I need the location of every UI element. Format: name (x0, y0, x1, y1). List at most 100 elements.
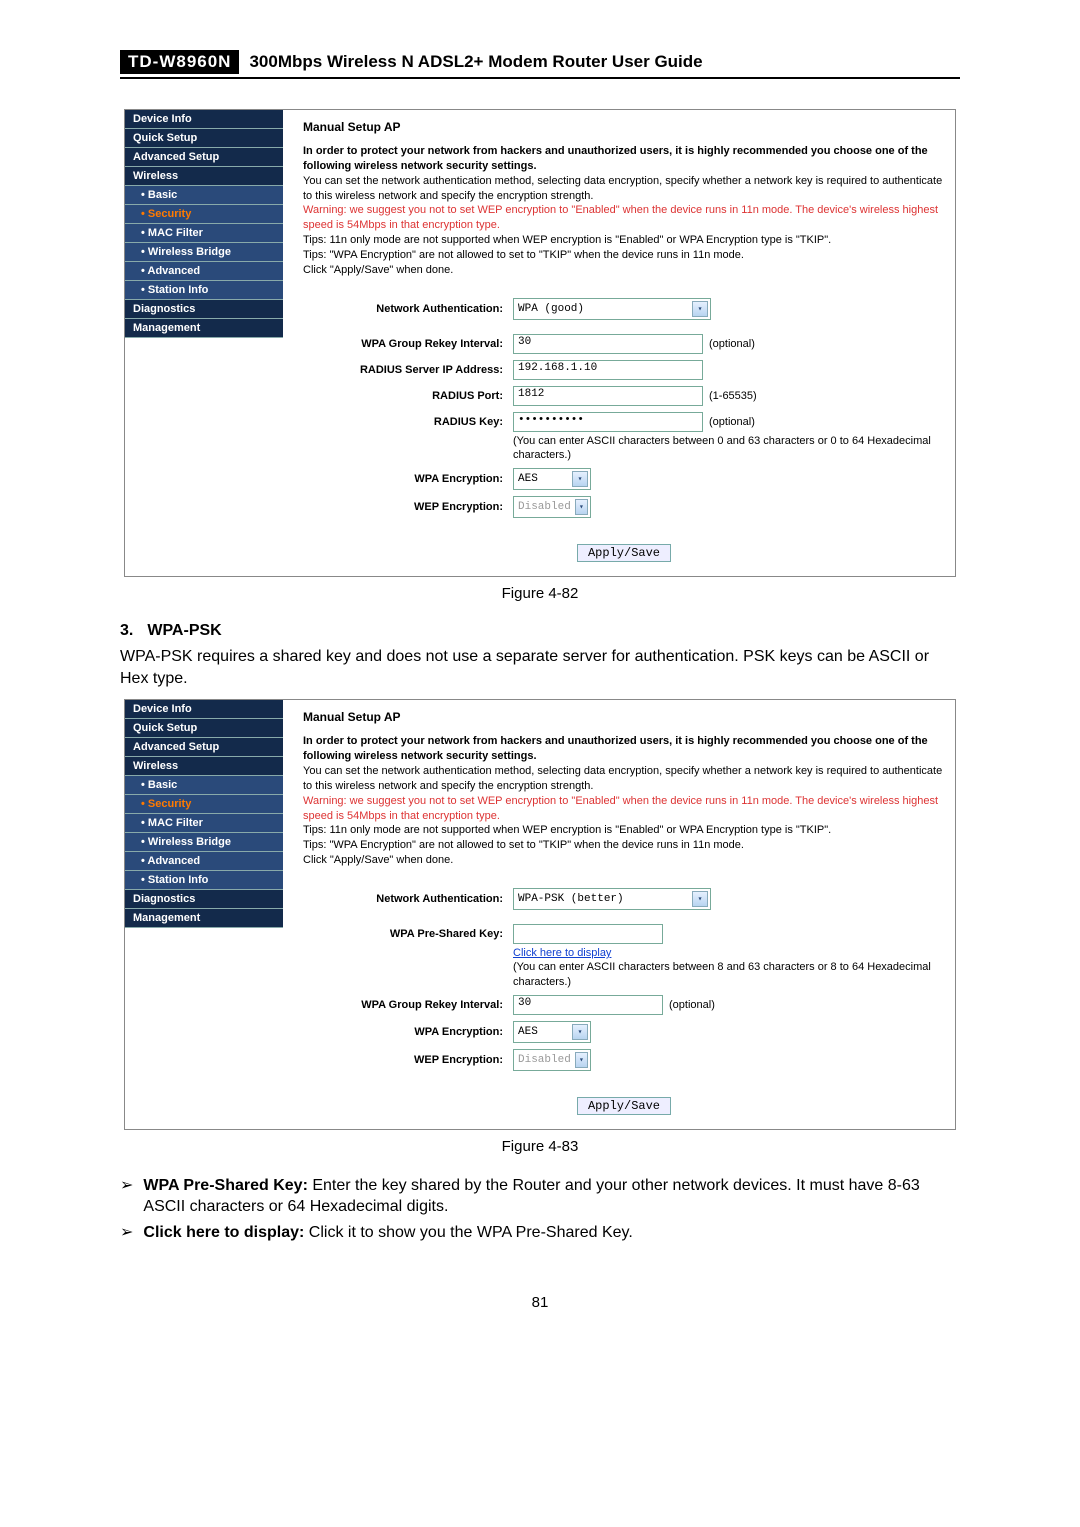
nav-wireless-bridge[interactable]: • Wireless Bridge (125, 833, 283, 852)
bullet-icon: ➢ (120, 1222, 133, 1244)
nav-wireless-basic[interactable]: • Basic (125, 776, 283, 795)
nav-wireless-mac-filter[interactable]: • MAC Filter (125, 814, 283, 833)
panel-title: Manual Setup AP (303, 710, 945, 724)
net-auth-value: WPA-PSK (better) (518, 893, 624, 905)
net-auth-label: Network Authentication: (303, 303, 513, 315)
intro-tips1: Tips: 11n only mode are not supported wh… (303, 824, 831, 836)
nav-management[interactable]: Management (125, 319, 283, 338)
chevron-down-icon: ▾ (692, 891, 708, 907)
screenshot-wpa: Device Info Quick Setup Advanced Setup W… (124, 109, 956, 577)
wpa-enc-select[interactable]: AES ▾ (513, 1021, 591, 1043)
chevron-down-icon: ▾ (692, 301, 708, 317)
net-auth-value: WPA (good) (518, 303, 584, 315)
nav-wireless-advanced[interactable]: • Advanced (125, 262, 283, 281)
rekey-label: WPA Group Rekey Interval: (303, 999, 513, 1011)
net-auth-select[interactable]: WPA-PSK (better) ▾ (513, 888, 711, 910)
rekey-hint: (optional) (709, 338, 755, 350)
rekey-input[interactable]: 30 (513, 995, 663, 1015)
bullet-psk: ➢ WPA Pre-Shared Key: Enter the key shar… (120, 1175, 960, 1218)
wpa-enc-label: WPA Encryption: (303, 1026, 513, 1038)
radius-key-label: RADIUS Key: (303, 416, 513, 428)
apply-save-button[interactable]: Apply/Save (577, 544, 671, 562)
intro-text: In order to protect your network from ha… (303, 734, 945, 868)
row-wep-enc: WEP Encryption: Disabled ▾ (303, 496, 945, 518)
intro-bold: In order to protect your network from ha… (303, 735, 928, 762)
row-wpa-enc: WPA Encryption: AES ▾ (303, 1021, 945, 1043)
nav-sidebar: Device Info Quick Setup Advanced Setup W… (125, 110, 283, 576)
intro-p2: You can set the network authentication m… (303, 175, 942, 202)
row-radius-key: RADIUS Key: •••••••••• (optional) (303, 412, 945, 432)
nav-advanced-setup[interactable]: Advanced Setup (125, 738, 283, 757)
section-number: 3. (120, 622, 133, 640)
nav-management[interactable]: Management (125, 909, 283, 928)
wpa-enc-label: WPA Encryption: (303, 473, 513, 485)
row-wep-enc: WEP Encryption: Disabled ▾ (303, 1049, 945, 1071)
radius-key-hint: (optional) (709, 416, 755, 428)
nav-quick-setup[interactable]: Quick Setup (125, 719, 283, 738)
nav-sidebar: Device Info Quick Setup Advanced Setup W… (125, 700, 283, 1128)
nav-wireless-basic[interactable]: • Basic (125, 186, 283, 205)
doc-title: 300Mbps Wireless N ADSL2+ Modem Router U… (249, 52, 702, 72)
nav-wireless-bridge[interactable]: • Wireless Bridge (125, 243, 283, 262)
figure-caption-1: Figure 4-82 (0, 585, 1080, 602)
psk-label: WPA Pre-Shared Key: (303, 928, 513, 940)
bullet-psk-bold: WPA Pre-Shared Key: (143, 1177, 307, 1194)
row-net-auth: Network Authentication: WPA-PSK (better)… (303, 888, 945, 910)
rekey-hint: (optional) (669, 999, 715, 1011)
panel-title: Manual Setup AP (303, 120, 945, 134)
radius-ip-input[interactable]: 192.168.1.10 (513, 360, 703, 380)
content-panel: Manual Setup AP In order to protect your… (283, 110, 955, 576)
wpa-enc-select[interactable]: AES ▾ (513, 468, 591, 490)
psk-display-link[interactable]: Click here to display (513, 947, 611, 959)
nav-diagnostics[interactable]: Diagnostics (125, 890, 283, 909)
wep-enc-label: WEP Encryption: (303, 1054, 513, 1066)
figure-caption-2: Figure 4-83 (0, 1138, 1080, 1155)
radius-port-label: RADIUS Port: (303, 390, 513, 402)
chevron-down-icon: ▾ (572, 471, 588, 487)
doc-header: TD-W8960N 300Mbps Wireless N ADSL2+ Mode… (120, 50, 960, 79)
intro-done: Click "Apply/Save" when done. (303, 264, 453, 276)
row-radius-port: RADIUS Port: 1812 (1-65535) (303, 386, 945, 406)
nav-wireless-station-info[interactable]: • Station Info (125, 871, 283, 890)
radius-port-input[interactable]: 1812 (513, 386, 703, 406)
intro-done: Click "Apply/Save" when done. (303, 854, 453, 866)
radius-key-input[interactable]: •••••••••• (513, 412, 703, 432)
nav-advanced-setup[interactable]: Advanced Setup (125, 148, 283, 167)
wep-enc-label: WEP Encryption: (303, 501, 513, 513)
nav-wireless-mac-filter[interactable]: • MAC Filter (125, 224, 283, 243)
intro-tips1: Tips: 11n only mode are not supported wh… (303, 234, 831, 246)
nav-device-info[interactable]: Device Info (125, 700, 283, 719)
psk-note-block: Click here to display (You can enter ASC… (513, 946, 945, 989)
nav-device-info[interactable]: Device Info (125, 110, 283, 129)
net-auth-select[interactable]: WPA (good) ▾ (513, 298, 711, 320)
intro-text: In order to protect your network from ha… (303, 144, 945, 278)
nav-wireless[interactable]: Wireless (125, 167, 283, 186)
radius-port-hint: (1-65535) (709, 390, 757, 402)
apply-save-button[interactable]: Apply/Save (577, 1097, 671, 1115)
nav-wireless[interactable]: Wireless (125, 757, 283, 776)
rekey-input[interactable]: 30 (513, 334, 703, 354)
rekey-label: WPA Group Rekey Interval: (303, 338, 513, 350)
screenshot-wpa-psk: Device Info Quick Setup Advanced Setup W… (124, 699, 956, 1129)
radius-key-note: (You can enter ASCII characters between … (513, 434, 945, 463)
nav-wireless-security[interactable]: • Security (125, 205, 283, 224)
psk-note: (You can enter ASCII characters between … (513, 961, 931, 987)
nav-wireless-advanced[interactable]: • Advanced (125, 852, 283, 871)
nav-diagnostics[interactable]: Diagnostics (125, 300, 283, 319)
nav-quick-setup[interactable]: Quick Setup (125, 129, 283, 148)
bullet-display: ➢ Click here to display: Click it to sho… (120, 1222, 960, 1244)
page-number: 81 (0, 1294, 1080, 1311)
intro-bold: In order to protect your network from ha… (303, 145, 928, 172)
row-wpa-enc: WPA Encryption: AES ▾ (303, 468, 945, 490)
nav-wireless-security[interactable]: • Security (125, 795, 283, 814)
nav-wireless-station-info[interactable]: • Station Info (125, 281, 283, 300)
row-net-auth: Network Authentication: WPA (good) ▾ (303, 298, 945, 320)
section-para: WPA-PSK requires a shared key and does n… (120, 646, 960, 689)
chevron-down-icon: ▾ (575, 499, 588, 515)
psk-input[interactable] (513, 924, 663, 944)
section-heading: 3. WPA-PSK (120, 622, 960, 640)
wep-enc-select: Disabled ▾ (513, 1049, 591, 1071)
wep-enc-value: Disabled (518, 1054, 571, 1066)
intro-tips2: Tips: "WPA Encryption" are not allowed t… (303, 249, 744, 261)
bullet-display-bold: Click here to display: (143, 1224, 304, 1241)
